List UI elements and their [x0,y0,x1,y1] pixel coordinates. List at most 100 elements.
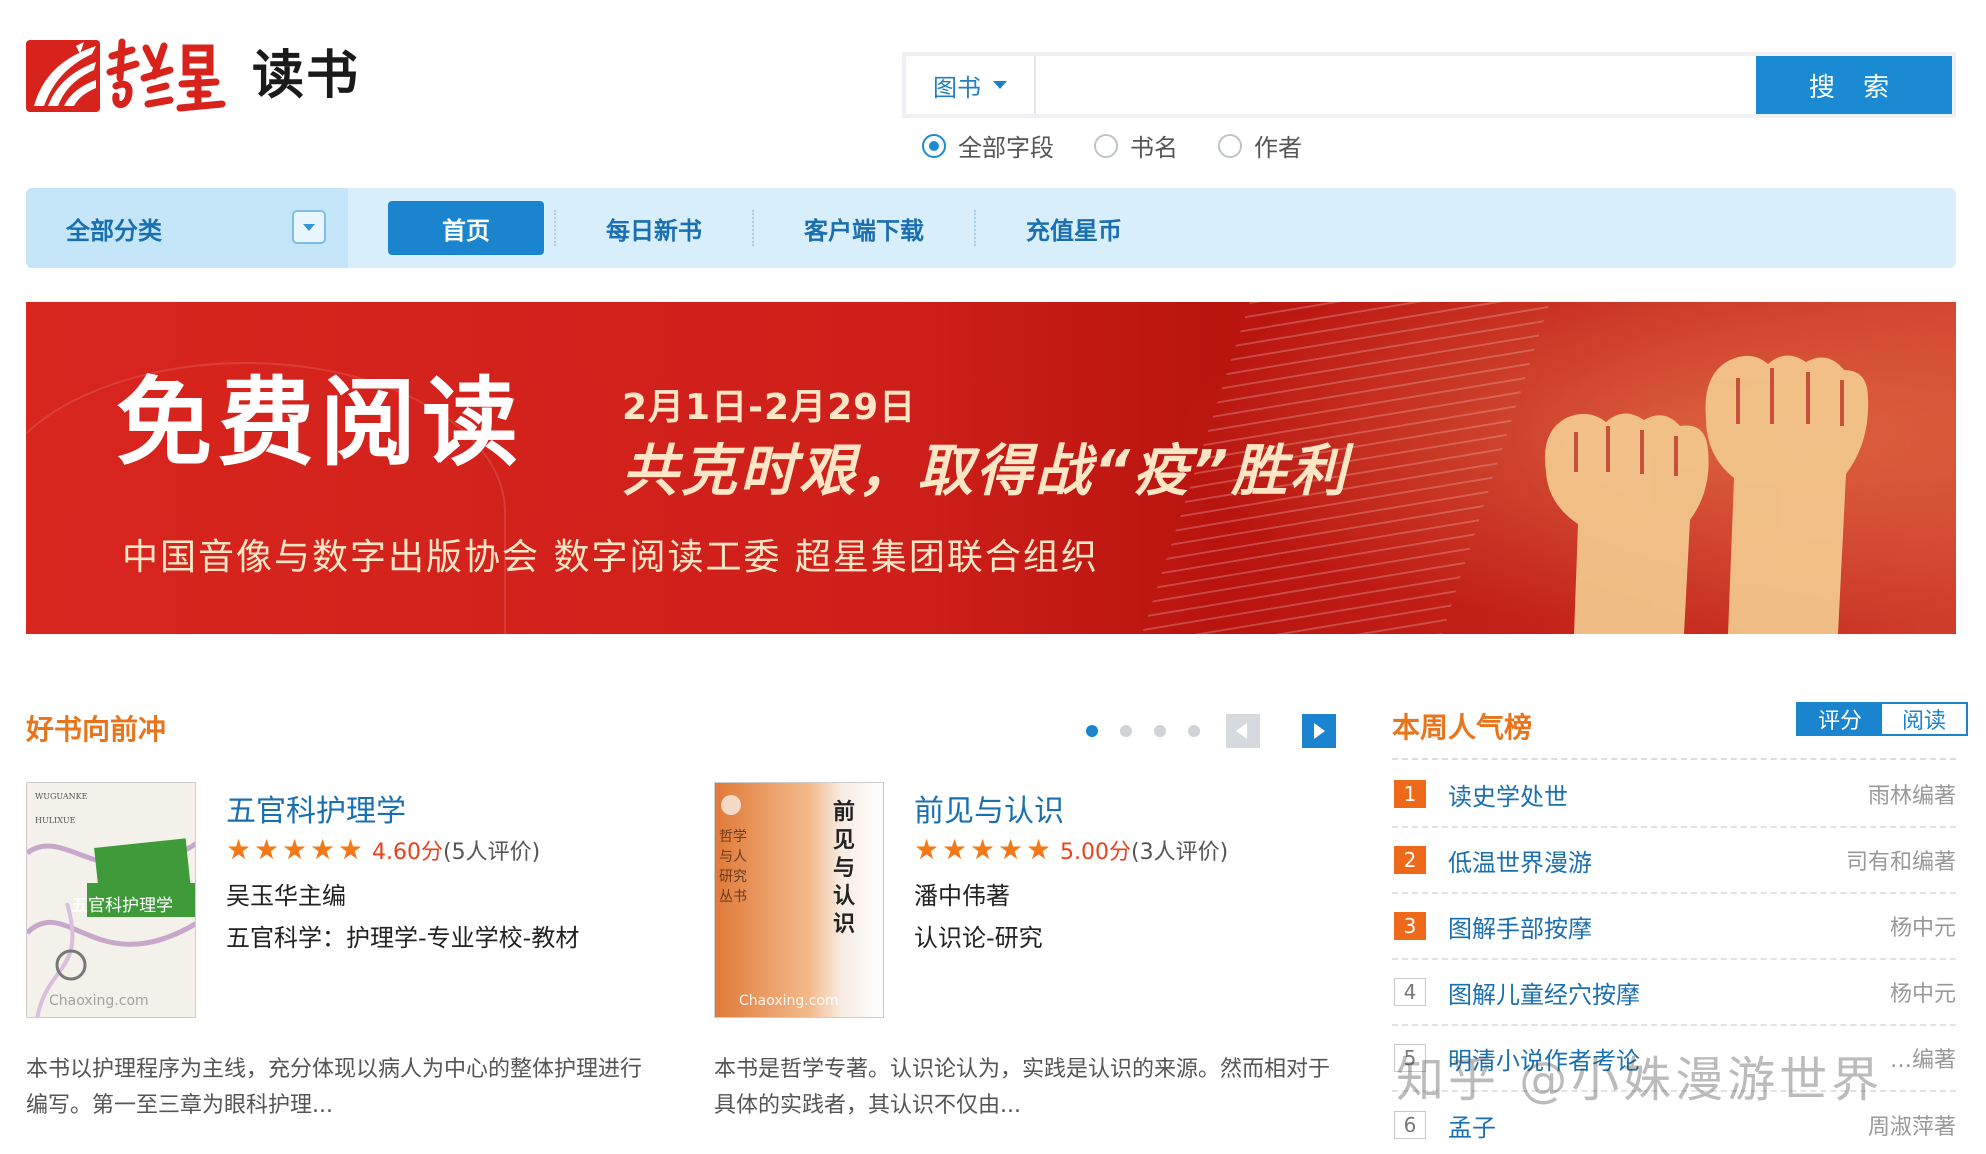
rank-number: 2 [1394,846,1426,874]
radio-book-title[interactable]: 书名 [1094,128,1178,163]
carousel-dot[interactable] [1086,725,1098,737]
search-button[interactable]: 搜 索 [1756,56,1952,114]
raised-fists-icon [1544,355,1869,634]
rating-stars: ★ ★ ★ ★ ★ [914,833,1052,866]
all-categories-label: 全部分类 [66,216,162,245]
radio-checked-icon [922,133,946,158]
ranking-book-author: 杨中元 [1889,982,1956,1007]
ranking-item: 3 图解手部按摩 杨中元 [1392,894,1956,960]
radio-all-fields[interactable]: 全部字段 [922,128,1054,163]
promo-banner[interactable]: 免费阅读 2月1日-2月29日 共克时艰，取得战“疫”胜利 中国音像与数字出版协… [26,302,1956,634]
ranking-item: 4 图解儿童经穴按摩 杨中元 [1392,960,1956,1026]
banner-title: 免费阅读 [116,367,524,479]
ranking-book-link[interactable]: 孟子 [1448,1108,1868,1143]
radio-label: 全部字段 [958,134,1054,162]
radio-label: 作者 [1254,134,1302,162]
ranking-book-link[interactable]: 图解儿童经穴按摩 [1448,975,1890,1010]
nav-client-download[interactable]: 客户端下载 [764,188,964,268]
banner-organizers: 中国音像与数字出版协会 数字阅读工委 超星集团联合组织 [122,537,1099,578]
book-rating: ★ ★ ★ ★ ★ 5.00分 (3人评价) [914,834,1228,866]
search-field-options: 全部字段 书名 作者 [922,128,1302,163]
featured-book-card: WUGUANKE HULIXUE 五官科护理学 Chaoxing.com 五官科… [26,782,666,1122]
svg-text:五官科护理学: 五官科护理学 [71,896,173,916]
search-type-select[interactable]: 图书 [906,56,1036,114]
banner-slogan: 共克时艰，取得战“疫”胜利 [622,439,1350,504]
ranking-book-author: 司有和编著 [1845,850,1956,875]
rank-number: 1 [1394,780,1426,808]
ranking-item: 1 读史学处世 雨林编著 [1392,762,1956,828]
carousel-dot[interactable] [1120,725,1132,737]
ranking-book-author: 雨林编著 [1867,784,1956,809]
star-icon: ★ [338,833,364,866]
tab-reads[interactable]: 阅读 [1882,704,1966,734]
book-cover-image[interactable]: WUGUANKE HULIXUE 五官科护理学 Chaoxing.com [26,782,196,1018]
ranking-section-title: 本周人气榜 [1392,711,1533,744]
search-type-label: 图书 [933,73,981,102]
main-nav: 全部分类 首页 每日新书 客户端下载 充值星币 [26,188,1956,268]
cover-art-icon: WUGUANKE HULIXUE 五官科护理学 Chaoxing.com [27,783,195,1017]
ranking-book-author: 周淑萍著 [1867,1115,1956,1140]
star-icon: ★ [998,833,1024,866]
ranking-book-author: 杨中元 [1889,916,1956,941]
rating-count: (3人评价) [1131,840,1229,865]
svg-text:识: 识 [833,911,855,937]
rank-number: 4 [1394,978,1426,1006]
book-description: 本书是哲学专著。认识论认为，实践是认识的来源。然而相对于具体的实践者，其认识不仅… [714,1057,1331,1118]
dropdown-toggle-icon[interactable] [292,210,326,244]
radio-author[interactable]: 作者 [1218,128,1302,163]
book-title-link[interactable]: 前见与认识 [914,786,1064,830]
carousel-dot[interactable] [1154,725,1166,737]
rating-stars: ★ ★ ★ ★ ★ [226,833,364,866]
carousel-dot[interactable] [1188,725,1200,737]
book-author: 吴玉华主编 [226,882,346,910]
carousel-controls [1086,714,1336,748]
all-categories-menu[interactable]: 全部分类 [26,188,348,268]
ranking-tabs: 评分 阅读 [1796,702,1968,736]
site-logo[interactable]: 读书 [26,38,360,114]
rating-score: 5.00分 [1060,840,1131,865]
book-rating: ★ ★ ★ ★ ★ 4.60分 (5人评价) [226,834,540,866]
svg-text:WUGUANKE: WUGUANKE [35,792,88,801]
book-author: 潘中伟著 [914,882,1010,910]
tab-score[interactable]: 评分 [1798,704,1882,734]
svg-text:见: 见 [833,827,855,853]
star-icon: ★ [254,833,280,866]
featured-book-card: 哲学 与人 研究 丛书 前 见 与 认 识 Chaoxing.com 前见与认识… [714,782,1354,1122]
rank-number: 3 [1394,912,1426,940]
rating-count: (5人评价) [443,840,541,865]
book-cover-image[interactable]: 哲学 与人 研究 丛书 前 见 与 认 识 Chaoxing.com [714,782,884,1018]
ranking-book-author: …编著 [1889,1048,1956,1073]
radio-unchecked-icon [1094,133,1118,158]
ranking-book-link[interactable]: 读史学处世 [1448,777,1868,812]
nav-divider [752,210,754,246]
nav-recharge[interactable]: 充值星币 [986,188,1162,268]
carousel-prev-icon[interactable] [1226,714,1260,748]
logo-product-text: 读书 [252,46,361,106]
featured-section-title: 好书向前冲 [26,713,167,746]
nav-daily-new-books[interactable]: 每日新书 [566,188,742,268]
star-icon: ★ [970,833,996,866]
svg-text:与: 与 [833,855,855,881]
carousel-next-icon[interactable] [1302,714,1336,748]
nav-home[interactable]: 首页 [388,201,544,255]
search-bar: 图书 搜 索 [902,52,1956,118]
chevron-down-icon [993,81,1007,89]
ranking-book-link[interactable]: 低温世界漫游 [1448,843,1846,878]
star-icon: ★ [914,833,940,866]
ranking-book-link[interactable]: 图解手部按摩 [1448,909,1890,944]
cover-art-icon: 哲学 与人 研究 丛书 前 见 与 认 识 Chaoxing.com [715,783,883,1017]
star-icon: ★ [942,833,968,866]
zhihu-watermark: 知乎 @小姝漫游世界 [1396,1052,1884,1108]
book-subject: 认识论-研究 [914,924,1043,952]
svg-text:前: 前 [833,799,855,825]
book-title-link[interactable]: 五官科护理学 [226,786,406,830]
ranking-item: 2 低温世界漫游 司有和编著 [1392,828,1956,894]
svg-text:哲学: 哲学 [719,829,747,845]
svg-text:与人: 与人 [719,849,747,865]
rank-number: 6 [1394,1111,1426,1139]
svg-text:认: 认 [833,883,855,909]
search-input[interactable] [1036,56,1756,114]
book-subject: 五官科学：护理学-专业学校-教材 [226,924,580,952]
star-icon: ★ [310,833,336,866]
svg-text:丛书: 丛书 [719,889,747,905]
